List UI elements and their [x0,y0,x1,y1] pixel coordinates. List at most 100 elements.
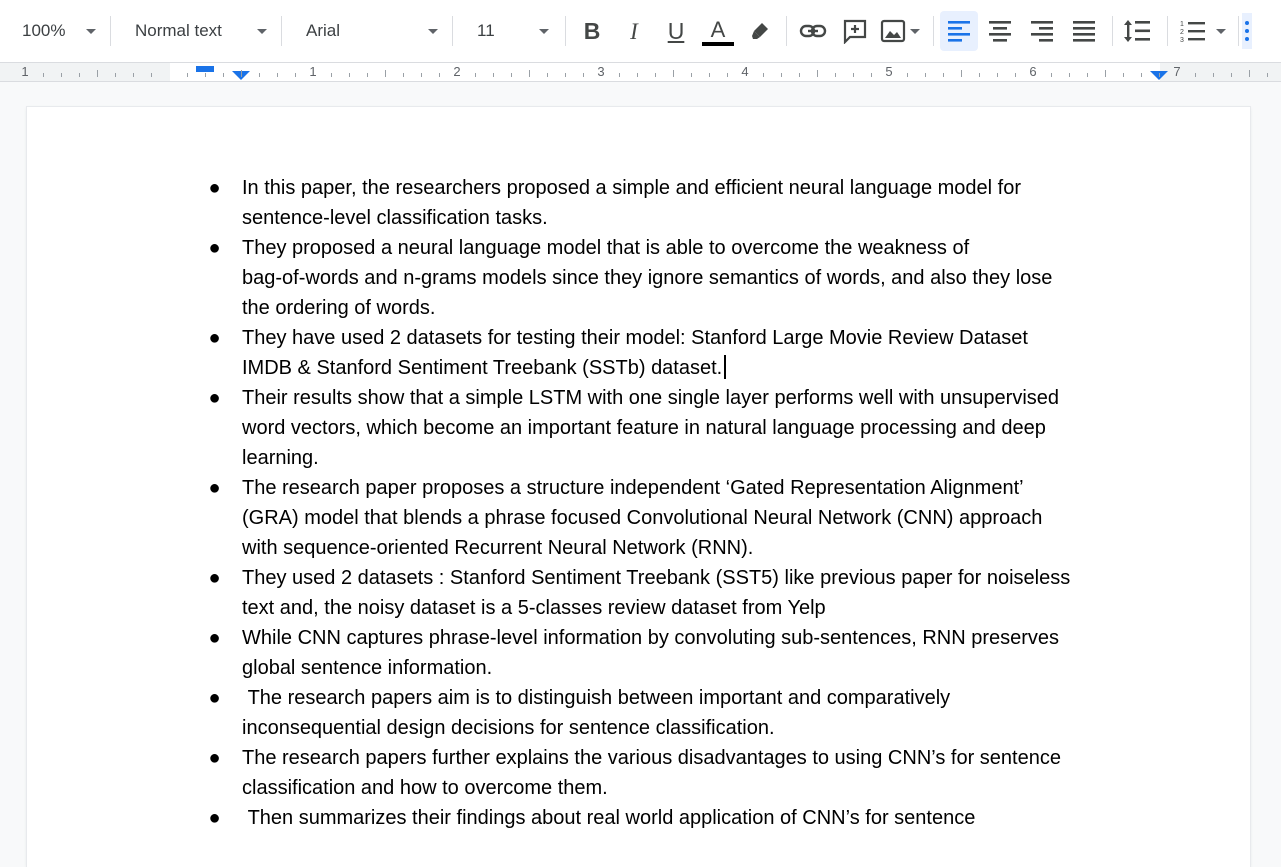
list-item[interactable]: ● The research papers aim is to distingu… [207,683,1167,743]
list-item[interactable]: ● Then summarizes their findings about r… [207,803,1167,833]
ruler-tick [997,73,998,77]
paragraph-style-select[interactable]: Normal text [111,13,281,49]
insert-link-button[interactable] [795,13,831,49]
underline-button[interactable]: U [658,13,694,49]
bulleted-list-button[interactable] [1242,13,1252,49]
insert-image-button[interactable] [877,13,923,49]
chevron-down-icon [910,28,920,34]
numbered-list-button[interactable]: 1 2 3 [1176,13,1230,49]
ruler-tick [853,73,854,77]
ruler-tick [1015,73,1016,77]
ruler-tick [331,73,332,77]
list-item[interactable]: ● They used 2 datasets : Stanford Sentime… [207,563,1167,623]
ruler-tick [1267,73,1268,77]
chevron-down-icon [1216,28,1226,34]
align-left-button[interactable] [940,11,978,51]
list-item-text: The research papers further explains the… [242,747,1061,799]
ruler-tick [1159,73,1160,77]
ruler-tick [835,73,836,77]
ruler-tick [259,73,260,77]
align-justify-icon [1073,21,1095,42]
ruler-number: 1 [309,64,317,79]
ruler-tick [943,73,944,77]
ruler-tick [1249,70,1250,77]
horizontal-ruler[interactable]: 1 1 2 3 4 5 6 7 [0,62,1281,82]
list-item[interactable]: ● The research papers further explains th… [207,743,1167,803]
list-item[interactable]: ● Their results show that a simple LSTM w… [207,383,1167,473]
add-comment-icon [843,19,867,44]
first-line-indent-marker[interactable] [196,66,214,72]
list-item[interactable]: ● They have used 2 datasets for testing t… [207,323,1167,383]
list-item[interactable]: ● While CNN captures phrase-level informa… [207,623,1167,683]
ruler-tick [1231,73,1232,77]
ruler-tick [907,73,908,77]
paragraph-style-value: Normal text [135,21,222,40]
italic-icon: I [630,18,638,44]
align-right-button[interactable] [1024,13,1060,49]
chevron-down-icon [86,28,96,34]
document-page[interactable]: ● In this paper, the researchers proposed… [27,107,1250,867]
toolbar-divider [1167,16,1168,46]
ruler-tick [151,73,152,77]
text-color-icon: A [710,16,726,42]
bullet-list-icon-dot [1245,29,1249,33]
text-color-swatch [702,41,734,46]
font-size-select[interactable]: 11 [453,13,565,49]
ruler-tick [565,73,566,77]
bullet-list: ● In this paper, the researchers proposed… [207,173,1167,833]
ruler-tick [691,73,692,77]
ruler-tick [439,73,440,77]
list-item-text: They used 2 datasets : Stanford Sentimen… [242,567,1071,619]
bullet-point: ● [208,237,221,259]
ruler-tick [1141,73,1142,77]
ruler-tick [493,73,494,77]
zoom-select[interactable]: 100% [0,13,110,49]
ruler-tick [133,73,134,77]
ruler-tick [979,73,980,77]
bullet-point: ● [208,627,221,649]
highlight-color-button[interactable] [742,13,778,49]
list-item-text: They proposed a neural language model th… [242,237,1053,319]
highlighter-icon [752,23,768,39]
numbered-list-icon: 1 2 3 [1180,21,1205,43]
ruler-number: 6 [1029,64,1037,79]
ruler-tick [1087,73,1088,77]
list-item-text: Then summarizes their findings about rea… [242,807,976,829]
ruler-tick [709,73,710,77]
formatting-toolbar: 100% Normal text Arial 11 B I U A 1 2 3 [0,0,1281,62]
ruler-text-area [170,63,1160,81]
ruler-tick [115,73,116,77]
ruler-tick [961,70,962,77]
bullet-point: ● [208,387,221,409]
list-item-text: Their results show that a simple LSTM wi… [242,387,1060,469]
ruler-tick [223,73,224,77]
toolbar-divider [1238,16,1239,46]
italic-button[interactable]: I [616,13,652,49]
list-item[interactable]: ● They proposed a neural language model t… [207,233,1167,323]
ruler-tick [43,73,44,77]
line-spacing-button[interactable] [1119,13,1155,49]
toolbar-divider [933,16,934,46]
align-right-icon [1031,21,1053,42]
list-item[interactable]: ● The research paper proposes a structure… [207,473,1167,563]
ruler-tick [799,73,800,77]
ruler-tick [619,73,620,77]
align-justify-button[interactable] [1066,13,1102,49]
list-item[interactable]: ● In this paper, the researchers proposed… [207,173,1167,233]
font-family-select[interactable]: Arial [282,13,452,49]
ruler-number: 5 [885,64,893,79]
bold-button[interactable]: B [574,13,610,49]
ruler-tick [529,70,530,77]
bold-icon: B [583,17,601,44]
ruler-tick [61,73,62,77]
text-color-button[interactable]: A [700,13,736,49]
ruler-number: 4 [741,64,749,79]
list-item-text: They have used 2 datasets for testing th… [242,327,1028,379]
ruler-tick [637,73,638,77]
align-center-button[interactable] [982,13,1018,49]
bullet-point: ● [208,747,221,769]
toolbar-divider [1112,16,1113,46]
add-comment-button[interactable] [837,13,873,49]
ruler-tick [817,70,818,77]
ruler-tick [1213,73,1214,77]
